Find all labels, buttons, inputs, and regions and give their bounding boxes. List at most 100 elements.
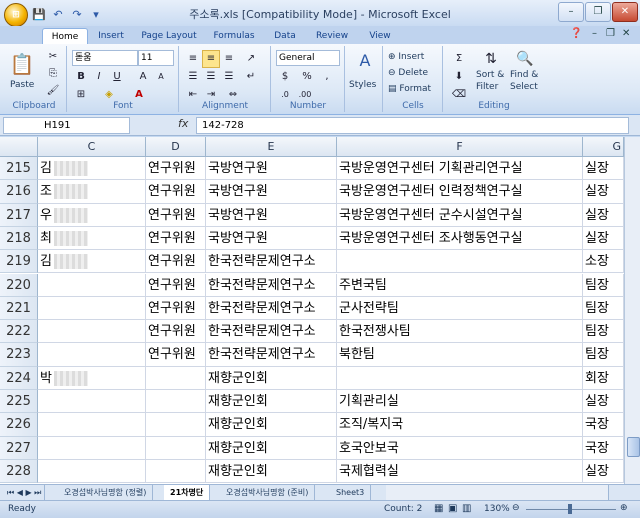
cell-e[interactable]: 재향군인회 <box>206 390 337 414</box>
italic-button[interactable]: I <box>90 68 108 86</box>
sheet-tab-1[interactable]: 오경섭박사님명함 (정렬) <box>58 485 154 500</box>
align-bottom-icon[interactable]: ≡ <box>220 50 238 68</box>
fx-icon[interactable]: fx <box>178 117 188 130</box>
row-header[interactable]: 224 <box>0 366 38 390</box>
cell-f[interactable]: 국방운영연구센터 기획관리연구실 <box>337 157 583 181</box>
cell-f[interactable]: 주변국팀 <box>337 273 583 297</box>
sheet-nav-arrows[interactable]: ⏮ ◀ ▶ ⏭ <box>4 485 46 500</box>
cell-c[interactable]: 우 <box>38 203 146 227</box>
page-break-view-icon[interactable]: ▥ <box>462 503 471 514</box>
cell-g[interactable]: 실장 <box>583 157 624 181</box>
cell-d[interactable]: 연구위원 <box>146 203 206 227</box>
sheet-tab-2[interactable]: 21차명단 <box>164 485 211 500</box>
row-header[interactable]: 227 <box>0 436 38 460</box>
zoom-out-icon[interactable]: ⊖ <box>512 503 520 513</box>
cell-e[interactable]: 재향군인회 <box>206 366 337 390</box>
cell-d[interactable] <box>146 436 206 460</box>
fill-icon[interactable]: ⬇ <box>450 68 468 86</box>
row-header[interactable]: 221 <box>0 296 38 321</box>
cell-c[interactable]: 박 <box>38 366 146 390</box>
cell-g[interactable]: 실장 <box>583 226 624 251</box>
copy-icon[interactable]: ⎘ <box>44 65 62 83</box>
styles-button-label[interactable]: Styles <box>349 80 376 90</box>
underline-button[interactable]: U <box>108 68 126 86</box>
tab-data[interactable]: Data <box>268 28 302 44</box>
insert-cells-button[interactable]: ⊕ Insert <box>388 52 424 62</box>
cell-g[interactable]: 회장 <box>583 366 624 390</box>
row-header[interactable]: 219 <box>0 250 38 274</box>
cell-f[interactable]: 한국전쟁사팀 <box>337 320 583 344</box>
cell-c[interactable] <box>38 459 146 484</box>
zoom-in-icon[interactable]: ⊕ <box>620 503 628 513</box>
find-label[interactable]: Find & <box>510 70 538 80</box>
tab-view[interactable]: View <box>362 28 398 44</box>
cell-d[interactable]: 연구위원 <box>146 250 206 274</box>
row-header[interactable]: 217 <box>0 203 38 227</box>
number-format-select[interactable]: General <box>276 50 340 66</box>
column-header-e[interactable]: E <box>206 137 337 157</box>
cell-c[interactable]: 김 <box>38 157 146 181</box>
ribbon-minimize-icon[interactable]: – <box>592 28 597 39</box>
currency-button[interactable]: $ <box>276 68 294 86</box>
select-all-corner[interactable] <box>0 137 38 157</box>
column-header-g[interactable]: G <box>583 137 624 157</box>
ribbon-restore-icon[interactable]: ❐ <box>606 28 615 39</box>
name-box[interactable]: H191 <box>3 117 130 134</box>
page-layout-view-icon[interactable]: ▣ <box>448 503 457 514</box>
cell-d[interactable] <box>146 390 206 414</box>
styles-icon[interactable]: A <box>354 50 376 72</box>
normal-view-icon[interactable]: ▦ <box>434 503 443 514</box>
cell-g[interactable]: 팀장 <box>583 273 624 297</box>
cell-d[interactable] <box>146 366 206 390</box>
cell-d[interactable]: 연구위원 <box>146 226 206 251</box>
tab-review[interactable]: Review <box>310 28 354 44</box>
row-header[interactable]: 223 <box>0 343 38 367</box>
cell-g[interactable]: 국장 <box>583 436 624 460</box>
cell-d[interactable]: 연구위원 <box>146 180 206 204</box>
cell-f[interactable]: 국방운영연구센터 조사행동연구실 <box>337 226 583 251</box>
grow-font-button[interactable]: A <box>134 68 152 86</box>
cell-f[interactable] <box>337 366 583 390</box>
select-label[interactable]: Select <box>510 82 538 92</box>
cell-f[interactable]: 기획관리실 <box>337 390 583 414</box>
column-header-c[interactable]: C <box>38 137 146 157</box>
filter-label[interactable]: Filter <box>476 82 498 92</box>
cell-e[interactable]: 국방연구원 <box>206 226 337 251</box>
cell-c[interactable] <box>38 436 146 460</box>
cell-e[interactable]: 한국전략문제연구소 <box>206 296 337 321</box>
cell-c[interactable] <box>38 413 146 437</box>
cell-c[interactable]: 최 <box>38 226 146 251</box>
scrollbar-thumb[interactable] <box>627 437 640 457</box>
cell-g[interactable]: 실장 <box>583 390 624 414</box>
cell-f[interactable]: 북한팀 <box>337 343 583 367</box>
cell-e[interactable]: 재향군인회 <box>206 413 337 437</box>
cell-d[interactable]: 연구위원 <box>146 320 206 344</box>
percent-button[interactable]: % <box>298 68 316 86</box>
ribbon-close-icon[interactable]: ✕ <box>622 28 630 39</box>
cell-g[interactable]: 실장 <box>583 203 624 227</box>
cell-e[interactable]: 한국전략문제연구소 <box>206 343 337 367</box>
align-top-icon[interactable]: ≡ <box>184 50 202 68</box>
column-header-f[interactable]: F <box>337 137 583 157</box>
tab-page-layout[interactable]: Page Layout <box>138 28 200 44</box>
sort-filter-icon[interactable]: ⇅ <box>480 50 502 70</box>
row-header[interactable]: 222 <box>0 320 38 344</box>
cell-g[interactable]: 팀장 <box>583 320 624 344</box>
wrap-text-icon[interactable]: ↵ <box>242 68 260 86</box>
paste-label[interactable]: Paste <box>10 80 34 90</box>
align-middle-icon[interactable]: ≡ <box>202 50 220 68</box>
cell-d[interactable]: 연구위원 <box>146 157 206 181</box>
cell-g[interactable]: 팀장 <box>583 343 624 367</box>
cell-e[interactable]: 국방연구원 <box>206 157 337 181</box>
sheet-tab-4[interactable]: Sheet3 <box>330 485 372 500</box>
sheet-tab-3[interactable]: 오경섭박사님명함 (준비) <box>220 485 316 500</box>
cell-f[interactable]: 군사전략팀 <box>337 296 583 321</box>
cell-f[interactable]: 호국안보국 <box>337 436 583 460</box>
cell-e[interactable]: 국방연구원 <box>206 203 337 227</box>
paste-icon[interactable]: 📋 <box>8 48 36 80</box>
shrink-font-button[interactable]: A <box>152 68 170 86</box>
close-button[interactable]: ✕ <box>612 2 638 22</box>
cell-c[interactable] <box>38 273 146 297</box>
cell-e[interactable]: 한국전략문제연구소 <box>206 273 337 297</box>
comma-button[interactable]: , <box>318 68 336 86</box>
